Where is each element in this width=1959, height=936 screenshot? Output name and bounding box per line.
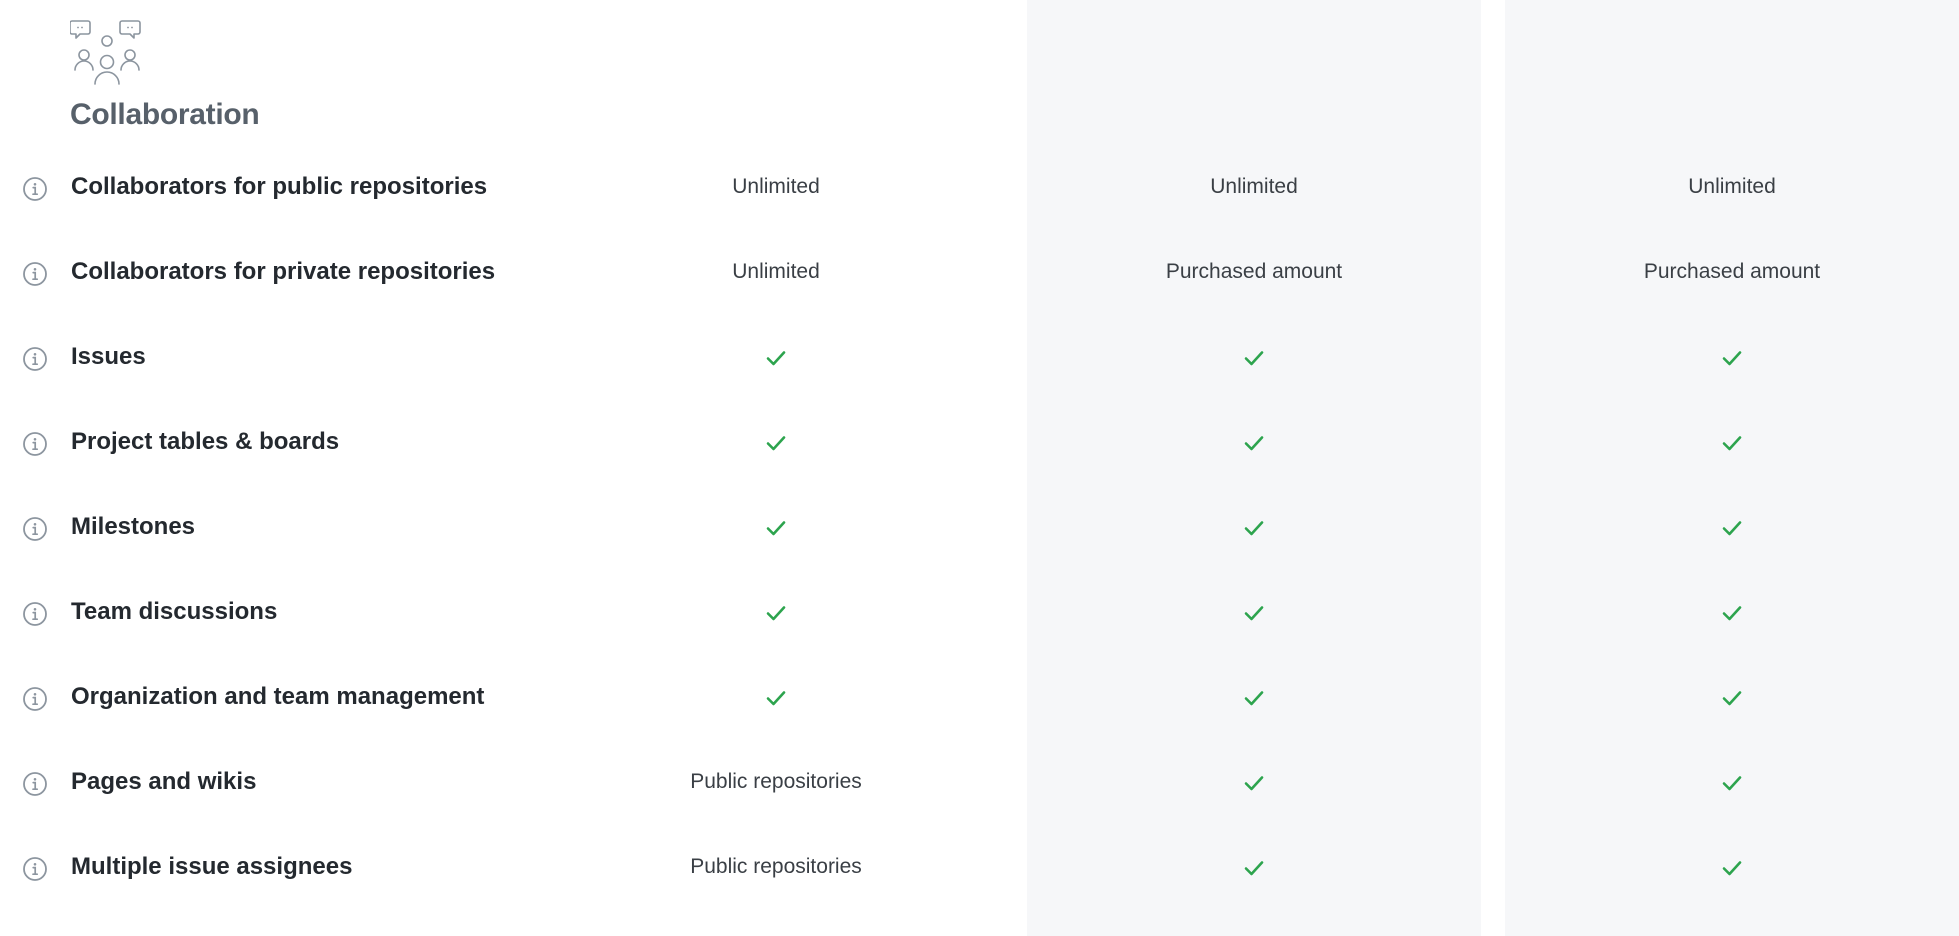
- plan-1-cell: [576, 656, 976, 741]
- plan-value-text: Unlimited: [732, 259, 820, 283]
- info-icon[interactable]: [22, 431, 48, 457]
- check-icon: [1244, 690, 1264, 705]
- info-icon[interactable]: [22, 856, 48, 882]
- plan-2-cell: [1054, 656, 1454, 741]
- check-icon: [766, 520, 786, 535]
- check-icon: [1722, 690, 1742, 705]
- plan-value-text: Unlimited: [732, 174, 820, 198]
- feature-name: Team discussions: [71, 598, 278, 625]
- info-icon[interactable]: [22, 261, 48, 287]
- check-icon: [1244, 605, 1264, 620]
- feature-row: Collaborators for private repositories U…: [0, 231, 1959, 316]
- feature-name: Project tables & boards: [71, 428, 340, 455]
- feature-name: Collaborators for public repositories: [71, 173, 488, 200]
- feature-row: Collaborators for public repositories Un…: [0, 146, 1959, 231]
- info-icon[interactable]: [22, 176, 48, 202]
- check-icon: [766, 435, 786, 450]
- feature-row: Multiple issue assignees Public reposito…: [0, 826, 1959, 911]
- check-icon: [1244, 350, 1264, 365]
- plan-2-cell: [1054, 826, 1454, 911]
- check-icon: [1244, 860, 1264, 875]
- plan-2-cell: [1054, 401, 1454, 486]
- check-icon: [766, 350, 786, 365]
- check-icon: [1722, 860, 1742, 875]
- plan-1-cell: [576, 571, 976, 656]
- plan-1-cell: [576, 486, 976, 571]
- check-icon: [1722, 520, 1742, 535]
- check-icon: [1244, 775, 1264, 790]
- feature-table: Collaborators for public repositories Un…: [0, 146, 1959, 911]
- plan-1-cell: Unlimited: [576, 146, 976, 231]
- plan-value-text: Unlimited: [1688, 174, 1776, 198]
- plan-1-cell: Public repositories: [576, 741, 976, 826]
- check-icon: [1722, 775, 1742, 790]
- info-icon[interactable]: [22, 346, 48, 372]
- plan-3-cell: [1532, 571, 1932, 656]
- plan-2-cell: [1054, 486, 1454, 571]
- plan-3-cell: Purchased amount: [1532, 231, 1932, 316]
- plan-1-cell: [576, 316, 976, 401]
- plan-2-cell: [1054, 571, 1454, 656]
- plan-1-cell: Unlimited: [576, 231, 976, 316]
- plan-2-cell: Purchased amount: [1054, 231, 1454, 316]
- plan-2-cell: [1054, 741, 1454, 826]
- people-chat-icon: [70, 20, 141, 85]
- plan-value-text: Purchased amount: [1165, 259, 1343, 283]
- feature-name: Pages and wikis: [71, 768, 257, 795]
- check-icon: [1722, 605, 1742, 620]
- plan-1-cell: [576, 401, 976, 486]
- plan-3-cell: [1532, 316, 1932, 401]
- info-icon[interactable]: [22, 601, 48, 627]
- plan-3-cell: Unlimited: [1532, 146, 1932, 231]
- check-icon: [1244, 520, 1264, 535]
- feature-row: Issues: [0, 316, 1959, 401]
- plan-value-text: Public repositories: [690, 769, 862, 793]
- plan-3-cell: [1532, 401, 1932, 486]
- section-title: Collaboration: [70, 98, 260, 131]
- feature-row: Project tables & boards: [0, 401, 1959, 486]
- feature-name: Milestones: [71, 513, 196, 540]
- plan-2-cell: Unlimited: [1054, 146, 1454, 231]
- plan-3-cell: [1532, 486, 1932, 571]
- plan-1-cell: Public repositories: [576, 826, 976, 911]
- plan-value-text: Purchased amount: [1643, 259, 1821, 283]
- feature-name: Issues: [71, 343, 146, 370]
- info-icon[interactable]: [22, 686, 48, 712]
- check-icon: [1722, 435, 1742, 450]
- section-header: Collaboration: [70, 18, 260, 132]
- info-icon[interactable]: [22, 771, 48, 797]
- check-icon: [766, 690, 786, 705]
- feature-name: Organization and team management: [71, 683, 485, 710]
- plan-2-cell: [1054, 316, 1454, 401]
- check-icon: [766, 605, 786, 620]
- plan-3-cell: [1532, 741, 1932, 826]
- feature-row: Pages and wikis Public repositories: [0, 741, 1959, 826]
- check-icon: [1722, 350, 1742, 365]
- feature-row: Team discussions: [0, 571, 1959, 656]
- plan-3-cell: [1532, 656, 1932, 741]
- plan-3-cell: [1532, 826, 1932, 911]
- plan-value-text: Public repositories: [690, 854, 862, 878]
- plan-value-text: Unlimited: [1210, 174, 1298, 198]
- check-icon: [1244, 435, 1264, 450]
- info-icon[interactable]: [22, 516, 48, 542]
- feature-name: Collaborators for private repositories: [71, 258, 496, 285]
- feature-row: Milestones: [0, 486, 1959, 571]
- feature-row: Organization and team management: [0, 656, 1959, 741]
- feature-name: Multiple issue assignees: [71, 853, 353, 880]
